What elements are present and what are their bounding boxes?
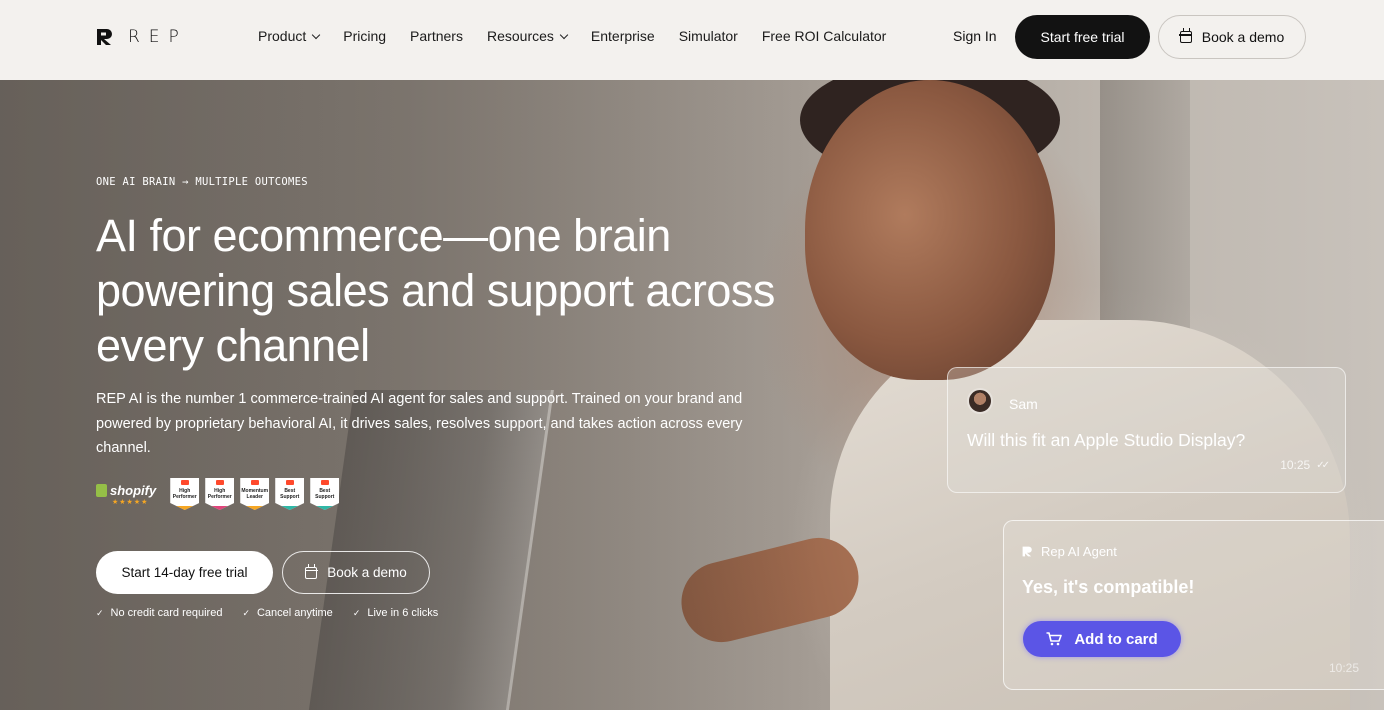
- rep-logo-icon: [1022, 546, 1032, 557]
- menu-item-label: Pricing: [343, 28, 387, 44]
- menu-item-label: Enterprise: [590, 28, 655, 44]
- customer-question-card: Sam Will this fit an Apple Studio Displa…: [947, 367, 1346, 493]
- hero-book-demo-button[interactable]: Book a demo: [282, 551, 430, 594]
- menu-item-label: Simulator: [678, 28, 738, 44]
- start-free-trial-button[interactable]: Start free trial: [1015, 15, 1150, 59]
- benefit-item: ✓ Live in 6 clicks: [352, 607, 439, 619]
- main-menu: Product Pricing Partners Resources Enter…: [258, 28, 910, 44]
- g2-badge: Momentum Leader: [240, 478, 270, 510]
- g2-badge: High Performer: [170, 478, 200, 510]
- agent-answer-card: Rep AI Agent Yes, it's compatible! Add t…: [1003, 520, 1384, 690]
- rep-logo[interactable]: REP: [96, 27, 188, 47]
- button-label: Add to card: [1074, 630, 1158, 648]
- checkmark-icon: ✓: [352, 607, 361, 618]
- add-to-cart-button[interactable]: Add to card: [1023, 621, 1181, 657]
- trust-badges: shopify ★★★★★ High Performer High Performe…: [96, 478, 340, 510]
- star-rating: ★★★★★: [112, 498, 149, 506]
- start-14-day-trial-button[interactable]: Start 14-day free trial: [96, 551, 273, 594]
- message-timestamp: 10:25 ✓✓: [1280, 458, 1330, 472]
- menu-item-simulator[interactable]: Simulator: [679, 28, 738, 44]
- sign-in-link[interactable]: Sign In: [953, 28, 997, 44]
- double-check-icon: ✓✓: [1316, 459, 1330, 471]
- agent-header: Rep AI Agent: [1022, 544, 1117, 559]
- calendar-icon: [304, 563, 318, 579]
- calendar-icon: [1179, 28, 1193, 43]
- shopify-label: shopify: [110, 482, 157, 498]
- menu-item-label: Partners: [410, 28, 463, 44]
- menu-item-roi-calculator[interactable]: Free ROI Calculator: [762, 28, 886, 44]
- agent-answer: Yes, it's compatible!: [1022, 577, 1195, 597]
- rep-logo-icon: [97, 29, 112, 45]
- button-label: Start free trial: [1040, 29, 1125, 45]
- message-timestamp: 10:25: [1329, 661, 1360, 675]
- hero-person-head: [805, 80, 1055, 380]
- menu-item-label: Product: [258, 28, 307, 44]
- shopify-rating-badge: shopify ★★★★★: [96, 483, 156, 506]
- hero-subheadline: REP AI is the number 1 commerce-trained …: [96, 391, 743, 456]
- menu-item-partners[interactable]: Partners: [410, 28, 463, 44]
- logo-wordmark: REP: [128, 27, 188, 47]
- hero-headline: AI for ecommerce—one brain powering sale…: [96, 210, 775, 371]
- g2-badge: Best Support: [275, 478, 305, 510]
- menu-item-resources[interactable]: Resources: [486, 28, 569, 44]
- button-label: Book a demo: [327, 565, 407, 580]
- button-label: Book a demo: [1201, 29, 1285, 45]
- hero-eyebrow: ONE AI BRAIN → MULTIPLE OUTCOMES: [96, 176, 308, 188]
- benefit-item: ✓ No credit card required: [96, 607, 223, 619]
- menu-item-label: Resources: [486, 28, 554, 44]
- customer-question: Will this fit an Apple Studio Display?: [967, 430, 1246, 450]
- shopping-cart-icon: [1046, 632, 1063, 646]
- shopify-bag-icon: [96, 483, 107, 497]
- customer-name: Sam: [1009, 396, 1038, 412]
- top-navigation: REP Product Pricing Partners Resources E…: [0, 0, 1384, 80]
- menu-item-product[interactable]: Product: [258, 28, 321, 44]
- checkmark-icon: ✓: [96, 607, 104, 618]
- menu-item-enterprise[interactable]: Enterprise: [591, 28, 655, 44]
- button-label: Start 14-day free trial: [121, 565, 248, 580]
- benefit-item: ✓ Cancel anytime: [242, 607, 333, 619]
- agent-name: Rep AI Agent: [1041, 544, 1117, 559]
- g2-badge: High Performer: [205, 478, 235, 510]
- chevron-down-icon: [312, 30, 321, 39]
- hero-section: ONE AI BRAIN → MULTIPLE OUTCOMES AI for …: [0, 80, 1384, 710]
- g2-badge: Best Support: [310, 478, 340, 510]
- book-demo-button[interactable]: Book a demo: [1158, 15, 1306, 59]
- avatar: [967, 388, 993, 414]
- checkmark-icon: ✓: [242, 607, 250, 618]
- benefit-checklist: ✓ No credit card required ✓ Cancel anyti…: [96, 607, 438, 619]
- chevron-down-icon: [559, 30, 569, 39]
- menu-item-label: Free ROI Calculator: [761, 28, 887, 44]
- menu-item-pricing[interactable]: Pricing: [343, 28, 386, 44]
